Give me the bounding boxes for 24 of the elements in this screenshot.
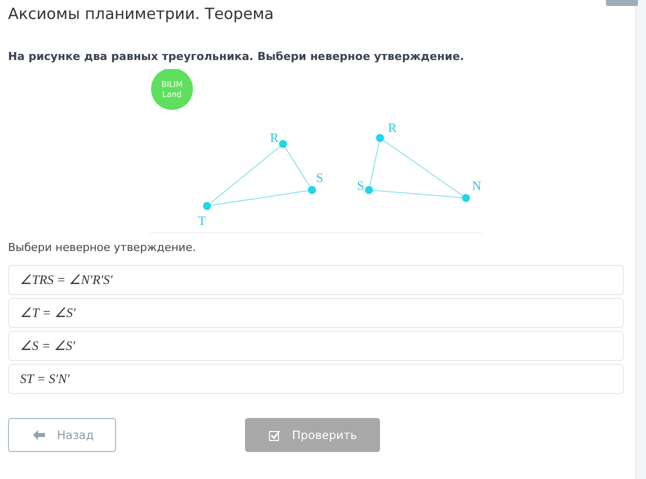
answer-option[interactable]: ST = S′N′ [8,364,624,394]
question-text: На рисунке два равных треугольника. Выбери неверное утверждение. [8,50,466,63]
vertex-dot [203,202,211,210]
page-title: Аксиомы планиметрии. Теорема [8,5,275,23]
logo-badge: BILIM Land [151,69,193,110]
vertex-label: R [270,130,279,145]
vertex-label: R [388,120,397,135]
arrow-left-icon [33,430,45,440]
answer-option[interactable]: ∠TRS = ∠N′R′S′ [8,265,624,295]
vertex-label: S [357,178,364,193]
checkbox-icon [269,430,280,440]
vertex-dot [462,194,470,202]
answer-option[interactable]: ∠T = ∠S′ [8,298,624,328]
vertex-dot [376,134,384,142]
vertex-dot [365,186,373,194]
scrollbar[interactable] [635,0,646,479]
vertex-dot [279,140,287,148]
answer-option[interactable]: ∠S = ∠S′ [8,331,624,361]
vertex-label: S [316,170,324,185]
vertex-label: N′ [472,178,482,193]
vertex-label: T [198,213,206,228]
instruction-text: Выбери неверное утверждение. [8,241,197,254]
vertex-dot [308,186,316,194]
scroll-thumb[interactable] [606,0,638,6]
